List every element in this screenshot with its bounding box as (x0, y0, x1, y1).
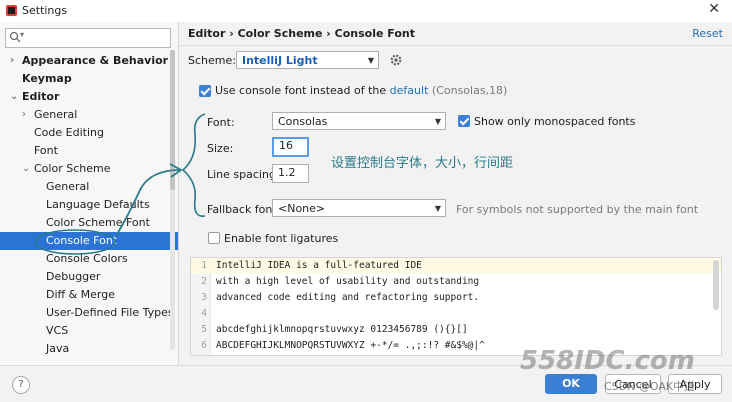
help-button[interactable]: ? (12, 376, 30, 394)
annotation-arrow (34, 163, 183, 255)
ok-button[interactable]: OK (545, 374, 597, 394)
watermark-text: CSDN @OAK中道 (604, 380, 696, 393)
watermark-logo: 558IDC.com (520, 346, 695, 376)
